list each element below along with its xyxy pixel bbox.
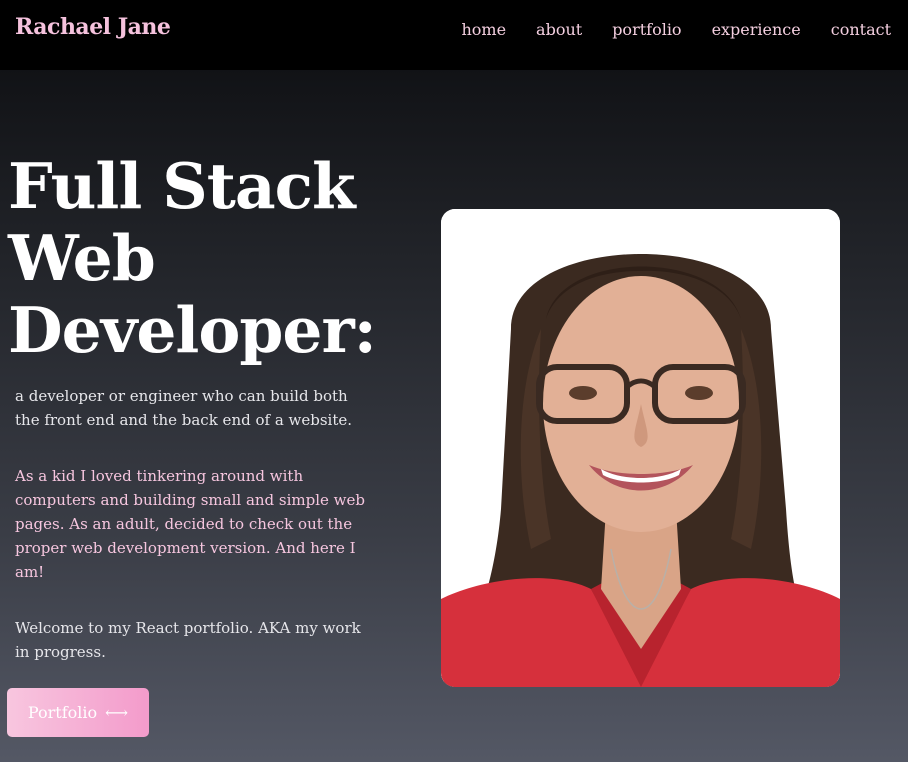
definition-text: a developer or engineer who can build bo…: [15, 387, 353, 429]
nav-link-home[interactable]: home: [461, 20, 506, 39]
brand-logo[interactable]: Rachael Jane: [15, 14, 171, 40]
double-arrow-icon: ⟷: [105, 703, 129, 722]
story-text: As a kid I loved tinkering around with c…: [15, 467, 366, 581]
hero-title: Full Stack Web Developer:: [8, 149, 377, 367]
welcome-text: Welcome to my React portfolio. AKA my wo…: [15, 619, 361, 661]
nav-link-portfolio[interactable]: portfolio: [612, 20, 681, 39]
nav-link-experience[interactable]: experience: [712, 20, 801, 39]
profile-photo: [441, 209, 840, 687]
hero-title-line-3: Developer:: [8, 293, 377, 367]
hero-title-line-1: Full Stack: [8, 149, 356, 223]
portfolio-button-label: Portfolio: [27, 703, 98, 722]
portfolio-button[interactable]: Portfolio ⟷: [7, 688, 149, 737]
navbar: Rachael Jane home about portfolio experi…: [0, 0, 908, 70]
nav-links: home about portfolio experience contact: [431, 20, 891, 39]
hero-title-line-2: Web: [8, 221, 156, 295]
profile-portrait-illustration: [441, 209, 840, 687]
nav-link-contact[interactable]: contact: [831, 20, 891, 39]
nav-link-about[interactable]: about: [536, 20, 582, 39]
